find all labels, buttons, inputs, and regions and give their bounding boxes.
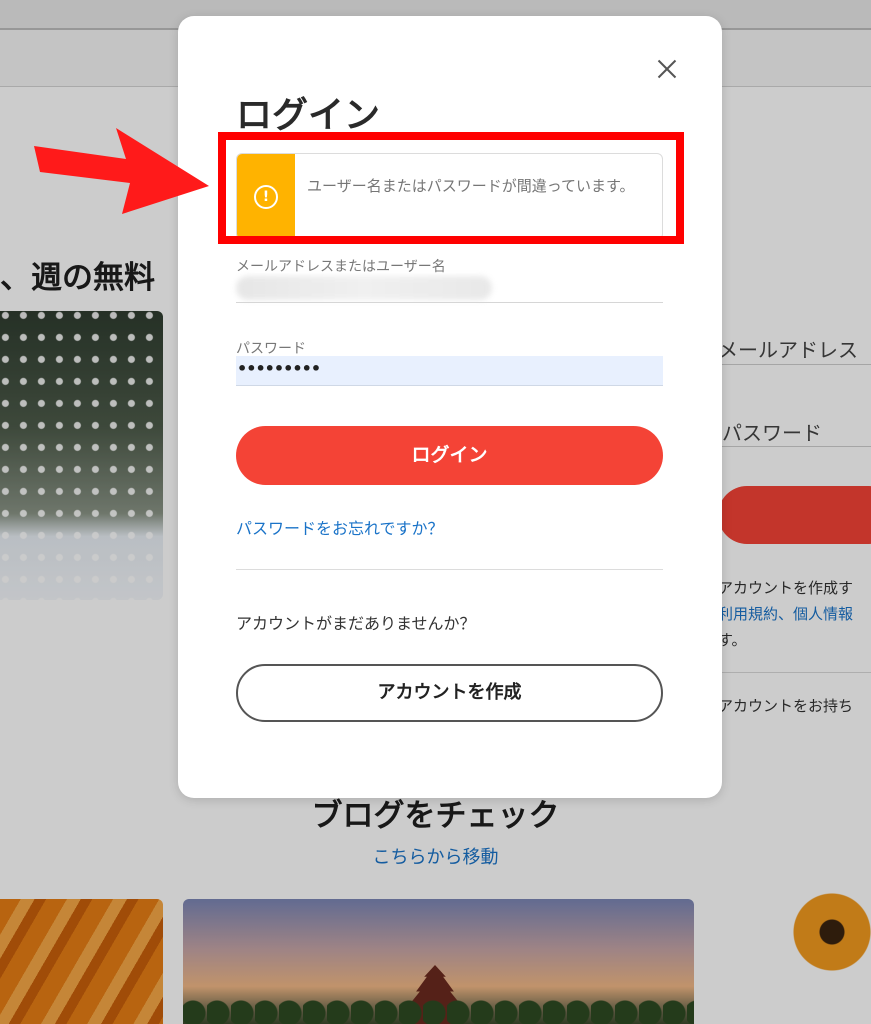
login-modal: ログイン ! ユーザー名またはパスワードが間違っています。 メールアドレスまたは… [178,16,722,798]
email-field-underline [236,302,663,303]
create-account-button[interactable]: アカウントを作成 [236,664,663,722]
email-field-blurred-value[interactable] [236,276,492,300]
forgot-password-link[interactable]: パスワードをお忘れですか？ [236,515,444,539]
email-field-label: メールアドレスまたはユーザー名 [236,259,446,275]
modal-divider [236,569,663,570]
password-field[interactable]: ••••••••• [236,356,663,386]
alert-highlight-box [218,132,684,244]
red-arrow-annotation [34,128,209,214]
password-field-label: パスワード [236,341,306,357]
close-icon[interactable] [656,58,678,80]
login-button[interactable]: ログイン [236,426,663,485]
no-account-text: アカウントがまだありませんか？ [236,614,476,633]
modal-title: ログイン [236,95,381,136]
